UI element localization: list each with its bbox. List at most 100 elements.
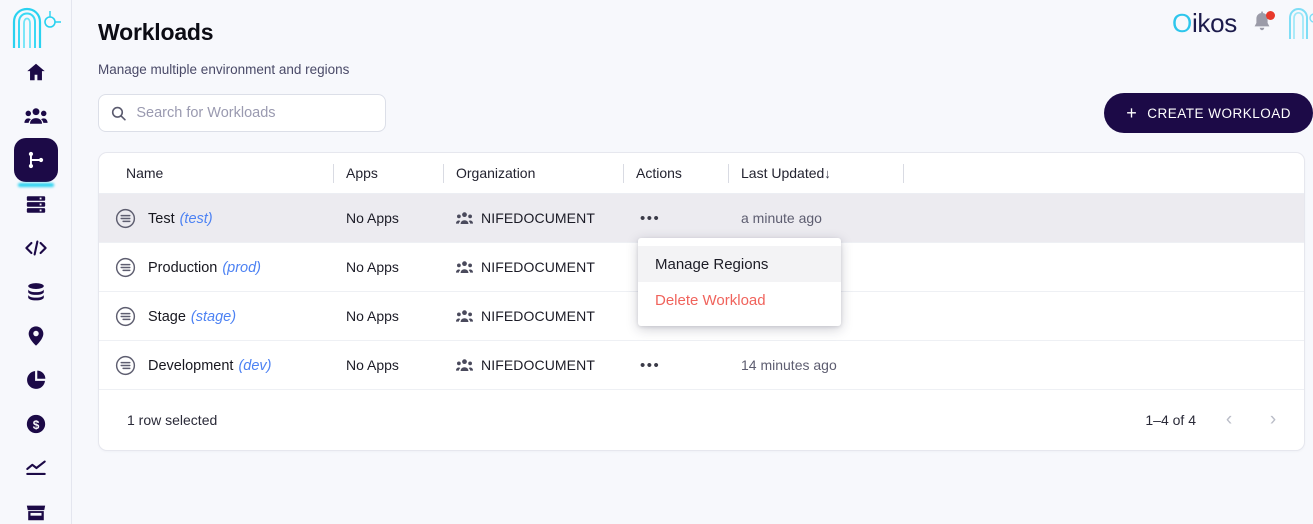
brand-name-initial: O xyxy=(1172,7,1192,38)
table-header-row: Name Apps Organization Actions Last Upda… xyxy=(99,153,1304,194)
page-title: Workloads xyxy=(98,18,214,45)
sidebar-logo[interactable] xyxy=(0,0,72,50)
oikos-logo-icon xyxy=(12,7,61,48)
cell-name: Test (test) xyxy=(99,194,333,243)
sidebar-item-marketplace[interactable] xyxy=(14,490,58,524)
brand-name-rest: ikos xyxy=(1191,7,1237,38)
organization-icon xyxy=(456,358,473,371)
cell-organization: NIFEDOCUMENT xyxy=(443,341,623,390)
pagination-label: 1–4 of 4 xyxy=(1145,412,1196,428)
dollar-icon: $ xyxy=(26,414,45,434)
controls-row: + CREATE WORKLOAD xyxy=(98,93,1313,134)
plus-icon: + xyxy=(1126,103,1138,123)
workload-circle-icon xyxy=(115,355,136,375)
code-icon xyxy=(24,240,47,256)
more-options-icon[interactable]: ••• xyxy=(636,211,660,226)
cell-name: Development (dev) xyxy=(99,341,333,390)
corner-logo[interactable] xyxy=(1287,6,1313,40)
workload-slug: (stage) xyxy=(190,308,237,325)
search-icon xyxy=(111,106,126,121)
cell-apps: No Apps xyxy=(346,308,399,324)
cell-actions: ••• xyxy=(623,341,728,390)
cell-name: Stage (stage) xyxy=(99,292,333,341)
notification-badge-dot xyxy=(1266,11,1275,20)
workload-circle-icon xyxy=(115,257,136,277)
svg-text:$: $ xyxy=(32,418,39,432)
sidebar-item-regions[interactable] xyxy=(14,314,58,358)
brand-area: Oikos xyxy=(1172,6,1313,40)
more-options-icon[interactable]: ••• xyxy=(636,358,660,373)
organization-name: NIFEDOCUMENT xyxy=(481,259,595,275)
search-input[interactable] xyxy=(136,105,373,121)
column-header-apps-label: Apps xyxy=(346,165,378,181)
column-divider xyxy=(333,163,334,183)
organization-icon xyxy=(456,260,473,273)
table-row[interactable]: Development (dev) No Apps NIFEDOCUMENT •… xyxy=(99,341,1304,390)
workload-name: Development (dev) xyxy=(148,357,272,374)
home-icon xyxy=(26,63,45,81)
chevron-left-icon[interactable]: ‹ xyxy=(1218,409,1240,431)
table-row[interactable]: Test (test) No Apps NIFEDOCUMENT ••• a m… xyxy=(99,194,1304,243)
column-header-actions[interactable]: Actions xyxy=(623,153,728,194)
notifications-button[interactable] xyxy=(1251,11,1275,35)
workload-slug: (dev) xyxy=(238,357,272,374)
server-icon xyxy=(26,196,45,213)
column-divider xyxy=(443,163,444,183)
column-header-apps[interactable]: Apps xyxy=(333,153,443,194)
row-actions-menu: Manage Regions Delete Workload xyxy=(638,238,841,326)
column-header-organization[interactable]: Organization xyxy=(443,153,623,194)
column-header-organization-label: Organization xyxy=(456,165,536,181)
top-bar: Workloads Oikos xyxy=(98,0,1313,52)
workload-circle-icon xyxy=(115,208,136,228)
organization-name: NIFEDOCUMENT xyxy=(481,210,595,226)
sidebar-item-code[interactable] xyxy=(14,226,58,270)
table-footer: 1 row selected 1–4 of 4 ‹ › xyxy=(99,390,1304,450)
store-icon xyxy=(26,505,45,521)
arrow-down-icon[interactable]: ↓ xyxy=(824,166,831,181)
sidebar-item-home[interactable] xyxy=(14,50,58,94)
selection-summary: 1 row selected xyxy=(127,412,218,428)
sidebar: $ xyxy=(0,0,72,524)
column-header-last-updated[interactable]: Last Updated ↓ xyxy=(728,153,903,194)
pagination: 1–4 of 4 ‹ › xyxy=(1145,390,1284,450)
sidebar-item-teams[interactable] xyxy=(14,94,58,138)
workload-name: Test (test) xyxy=(148,210,213,227)
database-icon xyxy=(27,283,44,301)
sidebar-item-workloads[interactable] xyxy=(13,138,58,182)
brand-name: Oikos xyxy=(1172,8,1237,39)
workload-slug: (prod) xyxy=(222,259,262,276)
sidebar-item-databases[interactable] xyxy=(14,270,58,314)
column-divider xyxy=(728,163,729,183)
cell-apps: No Apps xyxy=(346,357,399,373)
column-header-name-label: Name xyxy=(126,165,164,181)
cell-organization: NIFEDOCUMENT xyxy=(443,243,623,292)
column-divider xyxy=(623,163,624,183)
trend-icon xyxy=(25,460,46,476)
menu-item-manage-regions[interactable]: Manage Regions xyxy=(638,246,841,282)
cell-apps: No Apps xyxy=(346,210,399,226)
column-header-actions-label: Actions xyxy=(636,165,682,181)
cell-organization: NIFEDOCUMENT xyxy=(443,292,623,341)
organization-name: NIFEDOCUMENT xyxy=(481,308,595,324)
menu-item-delete-workload[interactable]: Delete Workload xyxy=(638,282,841,318)
column-header-end xyxy=(903,153,933,194)
cell-last-updated: a minute ago xyxy=(741,210,822,226)
organization-icon xyxy=(456,211,473,224)
column-header-name[interactable]: Name xyxy=(99,153,333,194)
workload-circle-icon xyxy=(115,306,136,326)
workload-name: Stage (stage) xyxy=(148,308,237,325)
chevron-right-icon[interactable]: › xyxy=(1262,409,1284,431)
create-workload-label: CREATE WORKLOAD xyxy=(1147,105,1291,121)
pie-chart-icon xyxy=(26,370,45,389)
create-workload-button[interactable]: + CREATE WORKLOAD xyxy=(1104,93,1313,133)
app-root: $ Workloads Oikos Manage multiple enviro… xyxy=(0,0,1313,524)
search-box[interactable] xyxy=(98,94,386,132)
workload-slug: (test) xyxy=(179,210,213,227)
sidebar-item-analytics[interactable] xyxy=(14,358,58,402)
users-icon xyxy=(23,108,48,124)
column-header-last-updated-label: Last Updated xyxy=(741,165,825,181)
sidebar-item-billing[interactable]: $ xyxy=(14,402,58,446)
sidebar-item-metrics[interactable] xyxy=(14,446,58,490)
sidebar-item-servers[interactable] xyxy=(14,182,58,226)
workload-name: Production (prod) xyxy=(148,259,262,276)
